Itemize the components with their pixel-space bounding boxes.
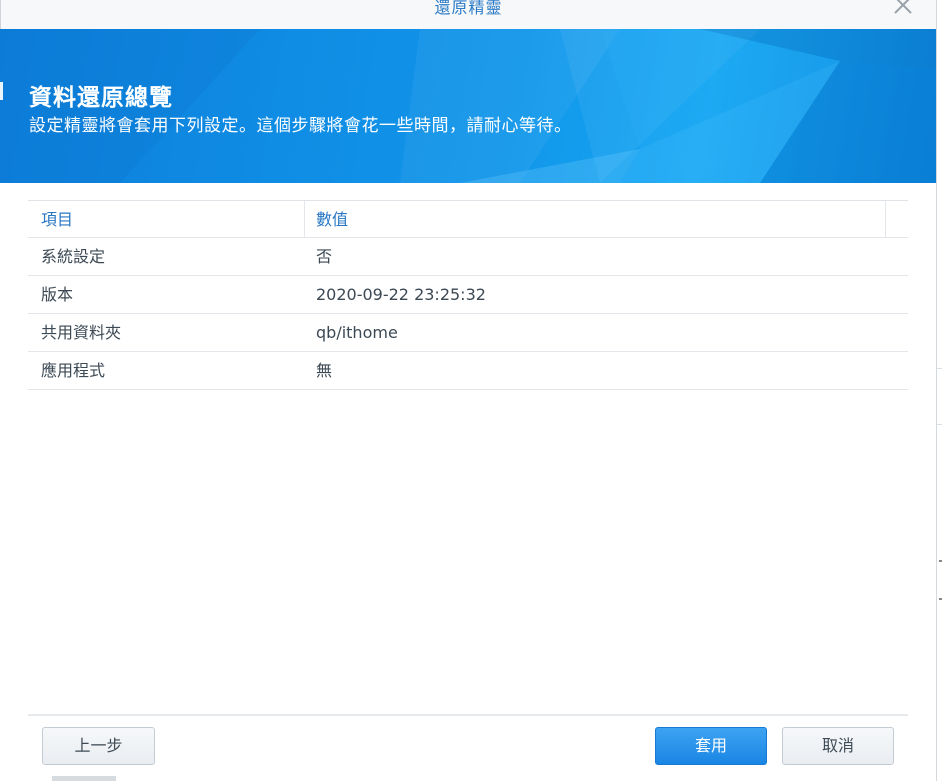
title-bar: 還原精靈	[0, 0, 936, 29]
row-item: 共用資料夾	[41, 323, 122, 342]
summary-table: 項目 數值 系統設定 否 版本 2020-09-22 23:25:32 共用資料…	[28, 200, 908, 390]
page-subtitle: 設定精靈將會套用下列設定。這個步驟將會花一些時間，請耐心等待。	[29, 116, 572, 136]
cancel-button[interactable]: 取消	[782, 727, 894, 765]
row-value: 2020-09-22 23:25:32	[316, 285, 486, 304]
column-divider	[885, 201, 886, 238]
column-divider	[304, 201, 305, 238]
restore-wizard-dialog: 還原精靈 資料還原總覽 設定精靈將會套用下列設定。這個步驟將會花一些時間，請耐心…	[0, 0, 942, 781]
header-banner: 資料還原總覽 設定精靈將會套用下列設定。這個步驟將會花一些時間，請耐心等待。	[0, 29, 936, 183]
row-value: qb/ithome	[316, 323, 398, 342]
row-item: 系統設定	[41, 247, 106, 266]
banner-edge-marker	[0, 82, 3, 100]
apply-button[interactable]: 套用	[655, 727, 767, 765]
background-divider	[937, 424, 942, 425]
background-divider	[937, 368, 942, 369]
previous-button[interactable]: 上一步	[42, 727, 155, 765]
page-title: 資料還原總覽	[29, 85, 173, 111]
table-row: 應用程式 無	[28, 352, 908, 390]
row-item: 應用程式	[41, 361, 106, 380]
table-row: 系統設定 否	[28, 238, 908, 276]
close-icon[interactable]	[892, 0, 914, 16]
table-header: 項目 數值	[28, 200, 908, 238]
row-value: 否	[316, 247, 333, 266]
column-header-value[interactable]: 數值	[316, 201, 348, 239]
table-row: 共用資料夾 qb/ithome	[28, 314, 908, 352]
footer-divider	[28, 714, 908, 716]
background-window-strip	[936, 0, 942, 781]
row-value: 無	[316, 361, 333, 380]
row-item: 版本	[41, 285, 74, 304]
window-title: 還原精靈	[434, 0, 503, 17]
column-header-item[interactable]: 項目	[41, 201, 73, 239]
table-row: 版本 2020-09-22 23:25:32	[28, 276, 908, 314]
background-window-edge	[52, 776, 116, 781]
